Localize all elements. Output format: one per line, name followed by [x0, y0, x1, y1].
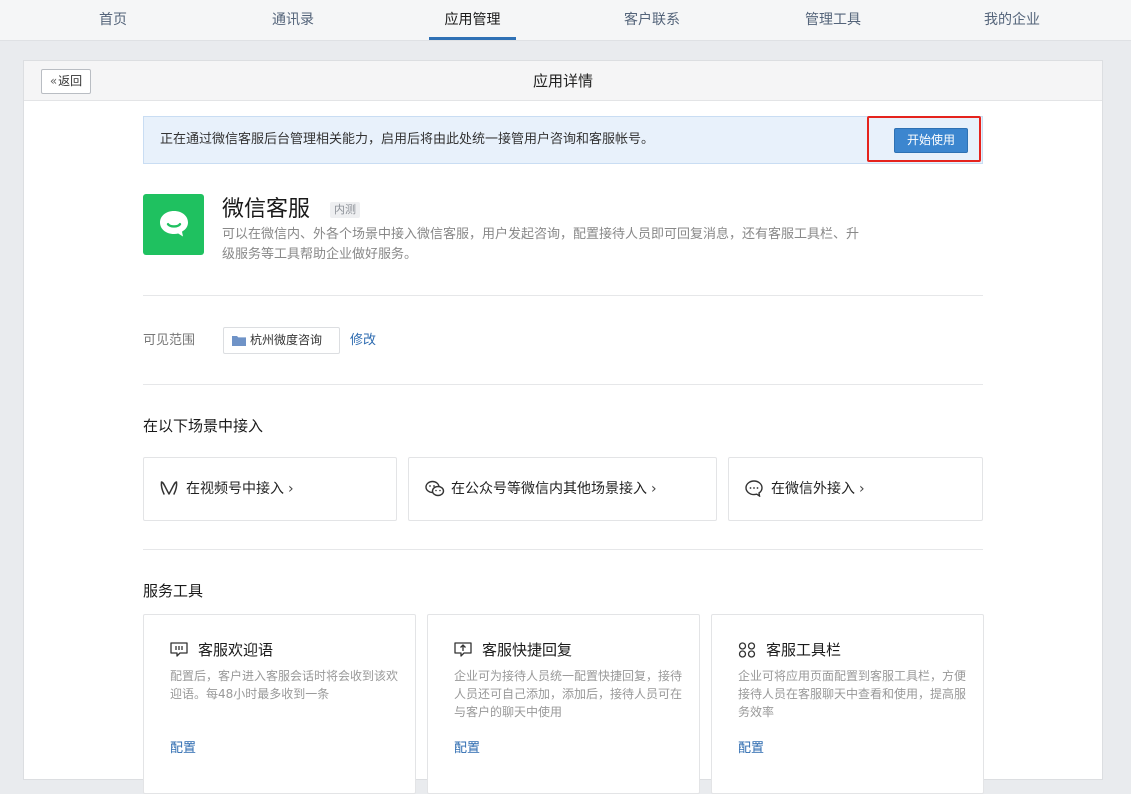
tab-my-enterprise[interactable]: 我的企业 — [976, 0, 1048, 40]
card-header: «返回 应用详情 — [24, 61, 1102, 101]
scene-outside-wechat-card[interactable]: 在微信外接入 › — [728, 457, 983, 521]
app-name: 微信客服 — [222, 197, 311, 222]
tools-section-title: 服务工具 — [143, 582, 204, 600]
wechat-icon — [425, 480, 445, 497]
visibility-scope-label: 可见范围 — [143, 333, 196, 348]
scope-tag: 杭州微度咨询 — [223, 327, 340, 354]
modify-scope-link[interactable]: 修改 — [350, 331, 376, 351]
tab-app-management[interactable]: 应用管理 — [429, 0, 516, 40]
tab-management-tools[interactable]: 管理工具 — [797, 0, 869, 40]
chat-bubble-icon — [745, 480, 763, 497]
scene-item-label: 在视频号中接入 › — [186, 481, 294, 497]
toolbar-grid-icon — [738, 642, 756, 658]
scene-wechat-card[interactable]: 在公众号等微信内其他场景接入 › — [408, 457, 717, 521]
notice-bar: 正在通过微信客服后台管理相关能力，启用后将由此处统一接管用户咨询和客服帐号。 — [143, 116, 983, 164]
welcome-message-icon — [170, 642, 188, 657]
tab-customer-contact[interactable]: 客户联系 — [616, 0, 688, 40]
chevron-right-icon: › — [859, 481, 865, 497]
quick-reply-icon — [454, 642, 472, 657]
tool-description: 企业可为接待人员统一配置快捷回复，接待人员还可自己添加，添加后，接待人员可在与客… — [454, 669, 683, 719]
tool-card-quick-reply: 客服快捷回复 企业可为接待人员统一配置快捷回复，接待人员还可自己添加，添加后，接… — [427, 614, 700, 794]
beta-badge: 内测 — [330, 202, 360, 218]
tool-name: 客服工具栏 — [766, 641, 842, 659]
scene-item-label: 在微信外接入 › — [771, 481, 865, 497]
chevron-right-icon: › — [288, 481, 294, 497]
tool-name: 客服快捷回复 — [482, 641, 573, 659]
tool-description: 企业可将应用页面配置到客服工具栏，方便接待人员在客服聊天中查看和使用，提高服务效… — [738, 669, 967, 719]
configure-link[interactable]: 配置 — [170, 739, 196, 759]
channels-icon — [160, 481, 178, 495]
chevron-right-icon: › — [651, 481, 657, 497]
scenes-section-title: 在以下场景中接入 — [143, 417, 264, 435]
scene-channels-card[interactable]: 在视频号中接入 › — [143, 457, 397, 521]
tool-card-toolbar: 客服工具栏 企业可将应用页面配置到客服工具栏，方便接待人员在客服聊天中查看和使用… — [711, 614, 984, 794]
configure-link[interactable]: 配置 — [454, 739, 480, 759]
scope-tag-label: 杭州微度咨询 — [250, 333, 323, 347]
tab-contacts[interactable]: 通讯录 — [265, 0, 321, 40]
divider — [143, 549, 983, 550]
tool-card-welcome-message: 客服欢迎语 配置后，客户进入客服会话时将会收到该欢迎语。每48小时最多收到一条 … — [143, 614, 416, 794]
top-navigation: 首页 通讯录 应用管理 客户联系 管理工具 我的企业 — [0, 0, 1131, 41]
divider — [143, 295, 983, 296]
app-detail-card: «返回 应用详情 正在通过微信客服后台管理相关能力，启用后将由此处统一接管用户咨… — [23, 60, 1103, 794]
folder-icon — [232, 336, 246, 346]
scene-item-label: 在公众号等微信内其他场景接入 › — [451, 481, 657, 497]
configure-link[interactable]: 配置 — [738, 739, 764, 759]
page-title: 应用详情 — [532, 72, 593, 90]
notice-text: 正在通过微信客服后台管理相关能力，启用后将由此处统一接管用户咨询和客服帐号。 — [160, 132, 655, 147]
wechat-customer-service-app-icon — [143, 194, 204, 255]
tool-description: 配置后，客户进入客服会话时将会收到该欢迎语。每48小时最多收到一条 — [170, 669, 399, 701]
app-description: 可以在微信内、外各个场景中接入微信客服，用户发起咨询，配置接待人员即可回复消息，… — [222, 227, 860, 262]
chat-bubble-icon — [160, 211, 188, 237]
divider — [143, 384, 983, 385]
start-using-button[interactable]: 开始使用 — [894, 128, 968, 153]
tool-name: 客服欢迎语 — [198, 641, 274, 659]
tab-home[interactable]: 首页 — [84, 0, 142, 40]
